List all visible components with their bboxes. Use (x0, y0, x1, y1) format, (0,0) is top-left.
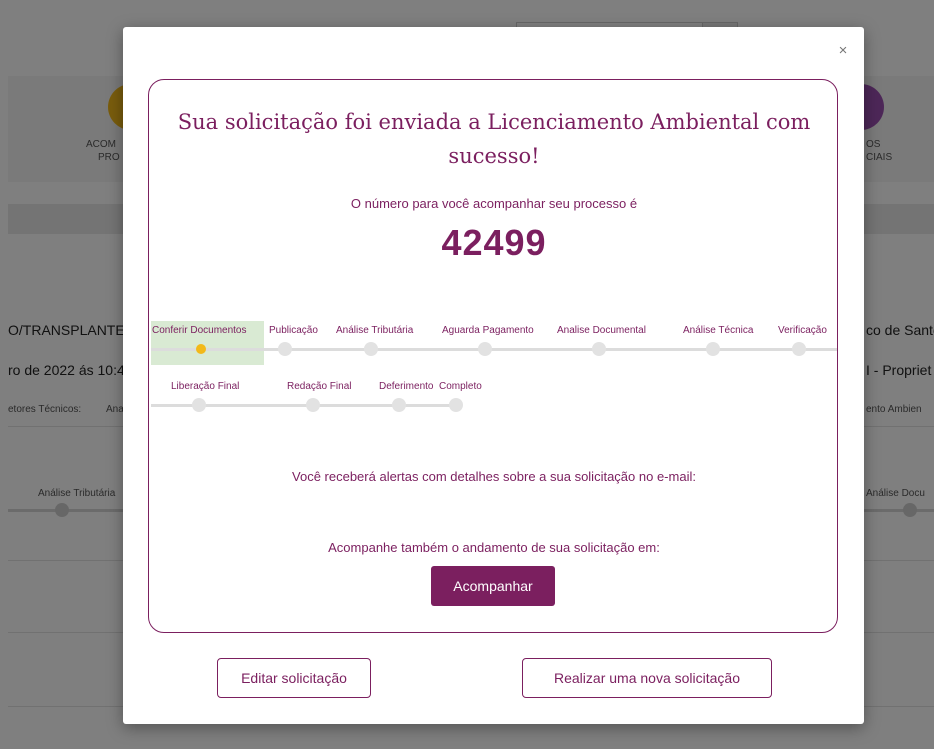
step-dot (449, 398, 463, 412)
step-label: Liberação Final (171, 381, 240, 392)
step-dot-active (196, 344, 206, 354)
email-alert-text: Você receberá alertas com detalhes sobre… (292, 469, 696, 484)
step-dot (192, 398, 206, 412)
step-label: Redação Final (287, 381, 352, 392)
step-label: Análise Tributária (336, 325, 414, 336)
step-label: Verificação (778, 325, 827, 336)
step-dot (306, 398, 320, 412)
process-number-label: O número para você acompanhar seu proces… (350, 196, 638, 211)
step-dot (792, 342, 806, 356)
close-icon[interactable]: × (835, 41, 851, 61)
success-card: Sua solicitação foi enviada a Licenciame… (148, 79, 838, 633)
step-label: Aguarda Pagamento (442, 325, 534, 336)
step-dot (478, 342, 492, 356)
new-request-button[interactable]: Realizar uma nova solicitação (522, 658, 772, 698)
step-label: Analise Documental (557, 325, 646, 336)
edit-request-button[interactable]: Editar solicitação (217, 658, 371, 698)
process-number: 42499 (441, 222, 547, 263)
step-dot (392, 398, 406, 412)
step-label: Publicação (269, 325, 318, 336)
step-dot (706, 342, 720, 356)
success-title: Sua solicitação foi enviada a Licenciame… (177, 110, 811, 168)
track-button[interactable]: Acompanhar (431, 566, 555, 606)
progress-track-row-1 (151, 348, 837, 351)
step-label: Análise Técnica (683, 325, 754, 336)
track-info-text: Acompanhe também o andamento de sua soli… (328, 540, 660, 555)
success-modal: × Sua solicitação foi enviada a Licencia… (123, 27, 864, 724)
step-label: Deferimento (379, 381, 434, 392)
step-dot (278, 342, 292, 356)
step-dot (364, 342, 378, 356)
step-label: Conferir Documentos (152, 325, 247, 336)
step-label: Completo (439, 381, 482, 392)
step-dot (592, 342, 606, 356)
